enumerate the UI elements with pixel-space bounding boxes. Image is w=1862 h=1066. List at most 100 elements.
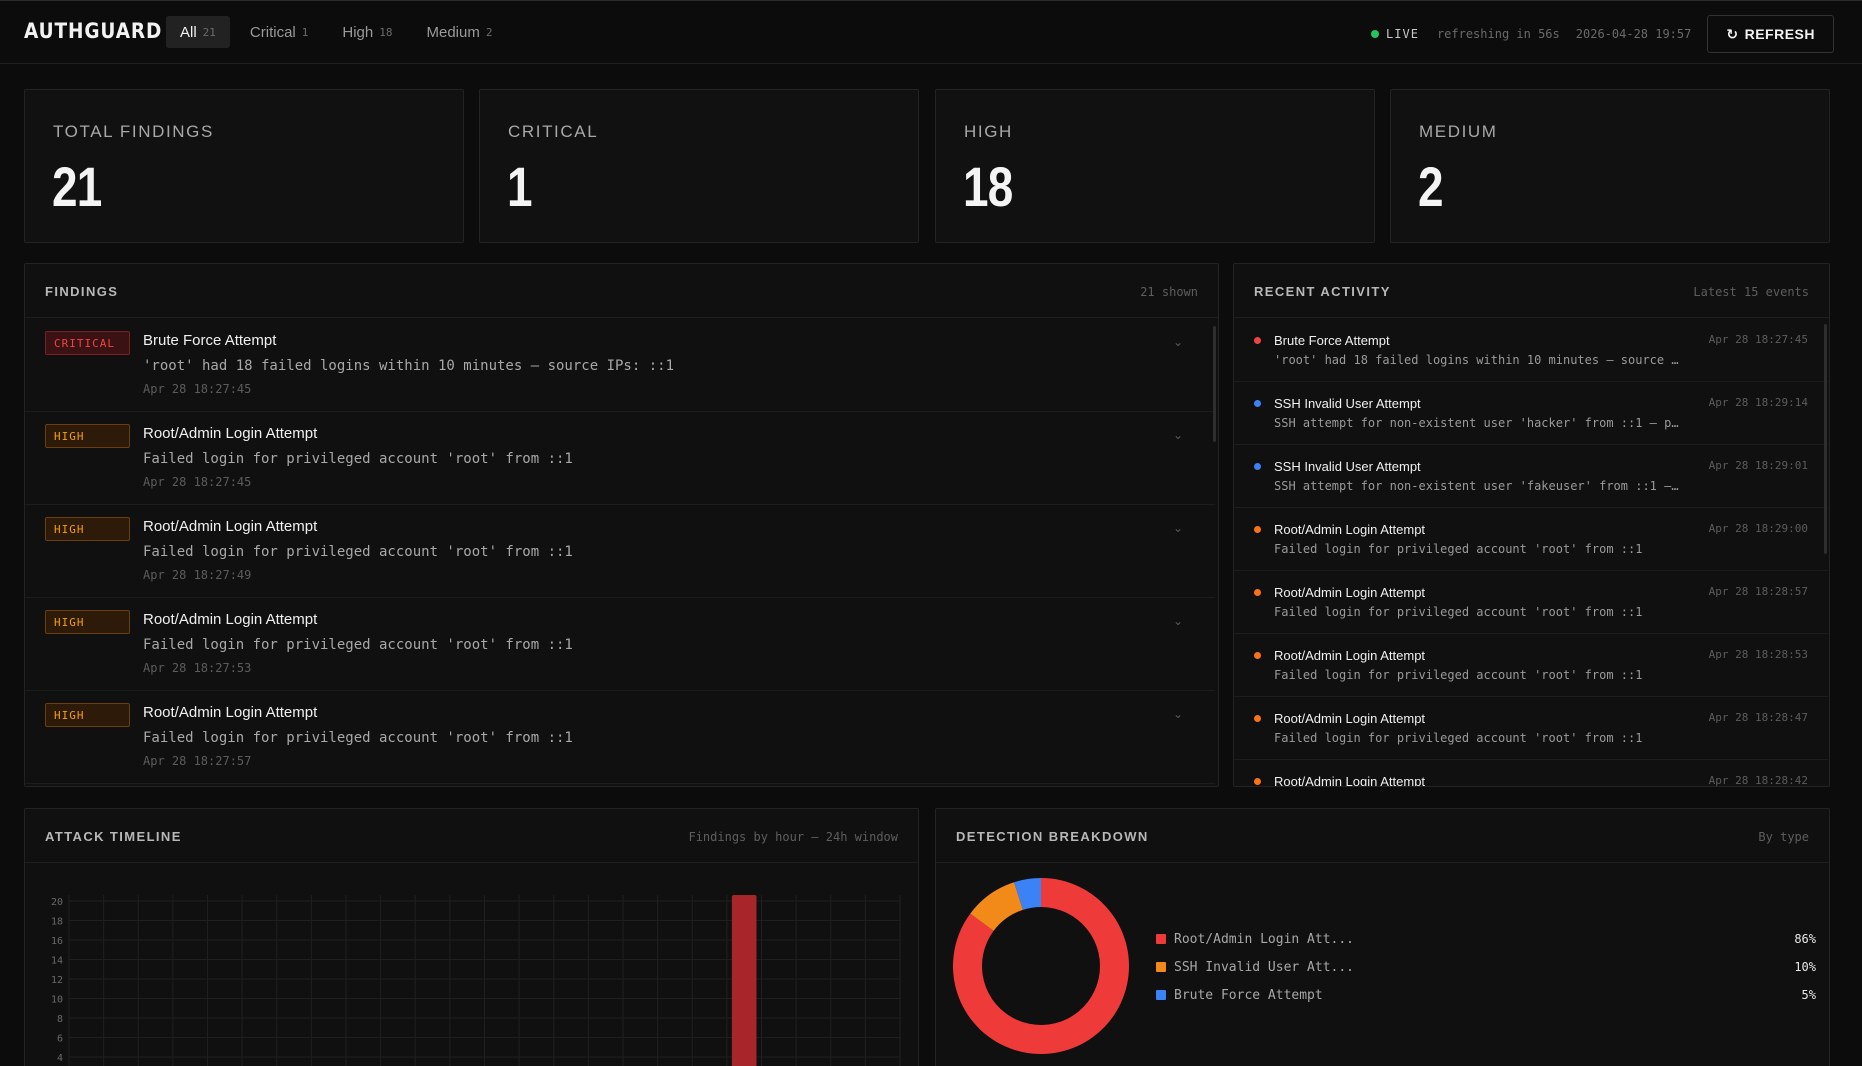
- stat-label: TOTAL FINDINGS: [53, 122, 214, 141]
- activity-scrollbar[interactable]: [1824, 324, 1827, 554]
- finding-title: Brute Force Attempt: [143, 332, 277, 349]
- tab-critical[interactable]: Critical 1: [236, 16, 322, 48]
- y-tick-label: 20: [51, 897, 63, 908]
- legend-item: Root/Admin Login Att... 86%: [1156, 929, 1816, 949]
- chevron-down-icon[interactable]: ⌄: [1173, 335, 1183, 349]
- header-status: LIVE refreshing in 56s 2026-04-28 19:57 …: [1371, 15, 1834, 53]
- activity-time: Apr 28 18:29:00: [1708, 522, 1808, 535]
- stat-card-total: TOTAL FINDINGS 21: [24, 89, 464, 243]
- findings-count: 21 shown: [1140, 285, 1198, 299]
- finding-row[interactable]: CRITICAL Brute Force Attempt 'root' had …: [25, 319, 1215, 412]
- app-logo: AUTHGUARD: [24, 19, 163, 43]
- legend-swatch: [1156, 934, 1166, 944]
- severity-dot-icon: [1254, 526, 1261, 533]
- panel-title: FINDINGS: [45, 284, 119, 299]
- tab-high[interactable]: High 18: [328, 16, 406, 48]
- legend-label: SSH Invalid User Att...: [1174, 959, 1355, 975]
- timeline-panel: ATTACK TIMELINE Findings by hour — 24h w…: [24, 808, 919, 1066]
- refresh-icon: ↻: [1726, 25, 1739, 42]
- timeline-bar[interactable]: [731, 895, 757, 1066]
- finding-description: Failed login for privileged account 'roo…: [143, 544, 573, 560]
- stat-value: 1: [507, 155, 533, 218]
- activity-item[interactable]: SSH Invalid User Attempt SSH attempt for …: [1234, 445, 1828, 508]
- severity-dot-icon: [1254, 715, 1261, 722]
- activity-panel: RECENT ACTIVITY Latest 15 events Brute F…: [1233, 263, 1830, 787]
- finding-title: Root/Admin Login Attempt: [143, 704, 318, 721]
- activity-title: SSH Invalid User Attempt: [1274, 396, 1421, 411]
- legend-label: Brute Force Attempt: [1174, 987, 1323, 1003]
- activity-description: SSH attempt for non-existent user 'fakeu…: [1274, 479, 1680, 493]
- activity-item[interactable]: Root/Admin Login Attempt Failed login for…: [1234, 697, 1828, 760]
- finding-time: Apr 28 18:27:45: [143, 475, 252, 489]
- activity-time: Apr 28 18:29:14: [1708, 396, 1808, 409]
- stat-label: MEDIUM: [1419, 122, 1498, 141]
- tab-all[interactable]: All 21: [166, 16, 230, 48]
- stat-label: CRITICAL: [508, 122, 599, 141]
- finding-description: Failed login for privileged account 'roo…: [143, 730, 573, 746]
- severity-dot-icon: [1254, 463, 1261, 470]
- activity-item[interactable]: Brute Force Attempt 'root' had 18 failed …: [1234, 319, 1828, 382]
- finding-description: Failed login for privileged account 'roo…: [143, 637, 573, 653]
- finding-title: Root/Admin Login Attempt: [143, 518, 318, 535]
- activity-header: RECENT ACTIVITY Latest 15 events: [1234, 264, 1829, 318]
- y-tick-label: 10: [51, 995, 63, 1006]
- stat-card-medium: MEDIUM 2: [1390, 89, 1830, 243]
- stat-label: HIGH: [964, 122, 1013, 141]
- legend-swatch: [1156, 962, 1166, 972]
- refresh-countdown: refreshing in 56s: [1436, 27, 1560, 41]
- activity-item[interactable]: Root/Admin Login Attempt Apr 28 18:28:42: [1234, 760, 1828, 787]
- finding-row[interactable]: HIGH Root/Admin Login Attempt Failed log…: [25, 505, 1215, 598]
- severity-badge: HIGH: [45, 703, 130, 727]
- breakdown-header: DETECTION BREAKDOWN By type: [936, 809, 1829, 863]
- stat-card-critical: CRITICAL 1: [479, 89, 919, 243]
- finding-row[interactable]: HIGH Root/Admin Login Attempt Failed log…: [25, 412, 1215, 505]
- activity-description: Failed login for privileged account 'roo…: [1274, 542, 1643, 556]
- y-tick-label: 8: [57, 1014, 63, 1025]
- y-tick-label: 18: [51, 917, 63, 928]
- activity-item[interactable]: Root/Admin Login Attempt Failed login for…: [1234, 634, 1828, 697]
- legend-percent: 86%: [1794, 932, 1816, 946]
- findings-header: FINDINGS 21 shown: [25, 264, 1218, 318]
- activity-title: Root/Admin Login Attempt: [1274, 585, 1426, 600]
- legend-item: SSH Invalid User Att... 10%: [1156, 957, 1816, 977]
- finding-title: Root/Admin Login Attempt: [143, 425, 318, 442]
- activity-time: Apr 28 18:29:01: [1708, 459, 1808, 472]
- severity-dot-icon: [1254, 652, 1261, 659]
- finding-title: Root/Admin Login Attempt: [143, 611, 318, 628]
- activity-description: Failed login for privileged account 'roo…: [1274, 605, 1643, 619]
- finding-time: Apr 28 18:27:53: [143, 661, 252, 675]
- breakdown-subtitle: By type: [1758, 830, 1809, 844]
- activity-description: 'root' had 18 failed logins within 10 mi…: [1274, 353, 1680, 367]
- severity-dot-icon: [1254, 337, 1261, 344]
- activity-count: Latest 15 events: [1693, 285, 1809, 299]
- chevron-down-icon[interactable]: ⌄: [1173, 707, 1183, 721]
- activity-title: Root/Admin Login Attempt: [1274, 711, 1426, 726]
- refresh-button[interactable]: ↻ REFRESH: [1707, 15, 1834, 53]
- live-indicator-icon: [1371, 30, 1380, 38]
- donut-chart: [953, 878, 1129, 1054]
- legend-swatch: [1156, 990, 1166, 1000]
- activity-time: Apr 28 18:28:53: [1708, 648, 1808, 661]
- activity-description: Failed login for privileged account 'roo…: [1274, 731, 1643, 745]
- timeline-chart: 2468101214161820: [51, 895, 901, 1066]
- finding-row[interactable]: HIGH Root/Admin Login Attempt Failed log…: [25, 691, 1215, 784]
- panel-title: ATTACK TIMELINE: [45, 829, 182, 844]
- panel-title: DETECTION BREAKDOWN: [956, 829, 1149, 844]
- stat-value: 2: [1418, 155, 1444, 218]
- legend-percent: 5%: [1801, 988, 1816, 1002]
- activity-item[interactable]: Root/Admin Login Attempt Failed login for…: [1234, 571, 1828, 634]
- finding-row[interactable]: HIGH Root/Admin Login Attempt Failed log…: [25, 598, 1215, 691]
- severity-badge: HIGH: [45, 517, 130, 541]
- activity-item[interactable]: SSH Invalid User Attempt SSH attempt for …: [1234, 382, 1828, 445]
- activity-item[interactable]: Root/Admin Login Attempt Failed login for…: [1234, 508, 1828, 571]
- chevron-down-icon[interactable]: ⌄: [1173, 521, 1183, 535]
- tab-medium[interactable]: Medium 2: [413, 16, 507, 48]
- finding-time: Apr 28 18:27:57: [143, 754, 252, 768]
- activity-title: Root/Admin Login Attempt: [1274, 648, 1426, 663]
- findings-scrollbar[interactable]: [1213, 326, 1216, 442]
- activity-description: Failed login for privileged account 'roo…: [1274, 668, 1643, 682]
- chevron-down-icon[interactable]: ⌄: [1173, 428, 1183, 442]
- chevron-down-icon[interactable]: ⌄: [1173, 614, 1183, 628]
- activity-time: Apr 28 18:28:42: [1708, 774, 1808, 787]
- legend-item: Brute Force Attempt 5%: [1156, 985, 1816, 1005]
